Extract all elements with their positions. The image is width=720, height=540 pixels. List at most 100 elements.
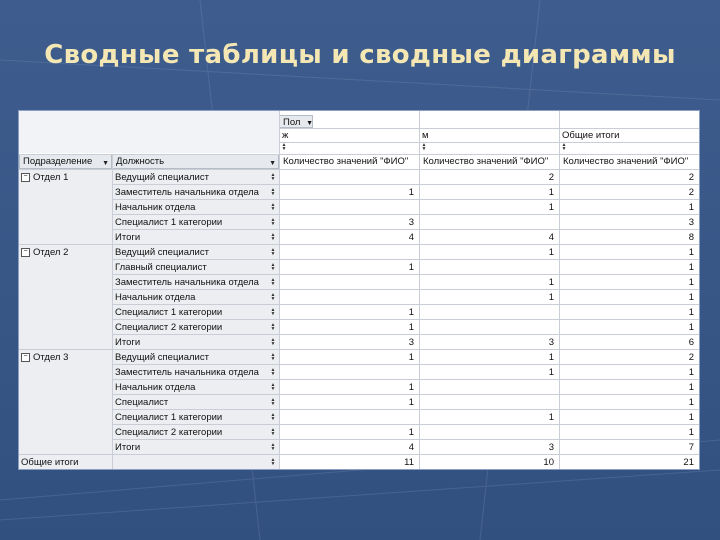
column-field-button[interactable]: Пол ▼ [279, 115, 313, 128]
value-cell-total: 1 [688, 202, 694, 213]
value-cell-m: 3 [548, 442, 554, 453]
spinner-icon[interactable]: ▲ ▼ [270, 308, 276, 317]
value-cell-zh: 1 [408, 352, 414, 363]
position-label: Специалист 1 категории [115, 217, 223, 228]
position-label: Заместитель начальника отдела [115, 277, 259, 288]
spinner-icon[interactable]: ▲ ▼ [270, 353, 276, 362]
value-cell-zh: 1 [408, 427, 414, 438]
position-label: Специалист 1 категории [115, 307, 223, 318]
value-cell-m: 1 [548, 412, 554, 423]
spinner-icon[interactable]: ▲ ▼ [270, 458, 276, 467]
value-cell-zh: 1 [408, 397, 414, 408]
value-cell-m [420, 305, 558, 320]
department-name: Отдел 3 [33, 352, 69, 363]
value-cell-m: 1 [548, 202, 554, 213]
value-cell-zh [280, 170, 418, 185]
position-label: Начальник отдела [115, 292, 196, 303]
grand-total-label: Общие итоги [21, 457, 79, 468]
value-cell-m [420, 380, 558, 395]
spinner-icon[interactable]: ▲ ▼ [270, 173, 276, 182]
gridline [419, 111, 420, 469]
value-cell-total: 7 [688, 442, 694, 453]
row-field-button-position[interactable]: Должность ▼ [112, 154, 279, 169]
value-cell-zh [280, 200, 418, 215]
column-field-label: Пол [283, 117, 301, 128]
value-cell-zh: 4 [408, 442, 414, 453]
spinner-icon[interactable]: ▲ ▼ [270, 368, 276, 377]
spinner-icon[interactable]: ▲ ▼ [270, 188, 276, 197]
value-cell-zh [280, 245, 418, 260]
spinner-icon[interactable]: ▲ ▼ [270, 443, 276, 452]
position-label: Специалист 2 категории [115, 322, 223, 333]
value-cell-zh: 1 [408, 187, 414, 198]
value-cell-total: 1 [688, 262, 694, 273]
value-cell-zh [280, 410, 418, 425]
gridline [279, 128, 699, 129]
position-label: Ведущий специалист [115, 247, 209, 258]
dropdown-arrow-icon: ▼ [102, 160, 109, 167]
gridline [699, 111, 700, 470]
value-cell-zh: 1 [408, 382, 414, 393]
department-label[interactable]: − Отдел 2 [19, 245, 112, 260]
spinner-icon[interactable]: ▲ ▼ [270, 278, 276, 287]
spinner-icon[interactable]: ▲ ▼ [270, 398, 276, 407]
position-label: Ведущий специалист [115, 172, 209, 183]
pivot-table-screenshot: Пол ▼ ж м Общие итоги ▲ ▼ ▲ ▼ ▲ ▼ Подраздел… [18, 110, 700, 470]
value-cell-total: 1 [688, 307, 694, 318]
value-cell-m [420, 320, 558, 335]
spinner-icon[interactable]: ▲ ▼ [561, 143, 567, 152]
department-label[interactable]: − Отдел 3 [19, 350, 112, 365]
gridline [279, 111, 280, 469]
value-cell-total: 6 [688, 337, 694, 348]
row-field-label: Подразделение [23, 156, 93, 167]
position-label: Итоги [115, 337, 141, 348]
grand-total-total: 21 [683, 457, 694, 468]
position-label: Итоги [115, 442, 141, 453]
spinner-icon[interactable]: ▲ ▼ [421, 143, 427, 152]
spinner-icon[interactable]: ▲ ▼ [270, 383, 276, 392]
value-cell-total: 1 [688, 322, 694, 333]
data-field-header: Количество значений "ФИО" [283, 156, 409, 167]
value-cell-zh [280, 365, 418, 380]
value-cell-m: 1 [548, 292, 554, 303]
position-label: Специалист 1 категории [115, 412, 223, 423]
data-field-header: Количество значений "ФИО" [563, 156, 689, 167]
spinner-icon[interactable]: ▲ ▼ [270, 233, 276, 242]
slide-title: Сводные таблицы и сводные диаграммы [44, 40, 676, 70]
spinner-icon[interactable]: ▲ ▼ [281, 143, 287, 152]
spinner-icon[interactable]: ▲ ▼ [270, 218, 276, 227]
value-cell-m: 1 [548, 247, 554, 258]
spinner-icon[interactable]: ▲ ▼ [270, 293, 276, 302]
position-label: Начальник отдела [115, 202, 196, 213]
spinner-icon[interactable]: ▲ ▼ [270, 263, 276, 272]
value-cell-m [420, 395, 558, 410]
value-cell-total: 8 [688, 232, 694, 243]
row-field-button-department[interactable]: Подразделение ▼ [19, 154, 112, 169]
grand-total-m: 10 [543, 457, 554, 468]
collapse-icon[interactable]: − [21, 352, 30, 362]
spinner-icon[interactable]: ▲ ▼ [270, 428, 276, 437]
position-label: Заместитель начальника отдела [115, 367, 259, 378]
spinner-icon[interactable]: ▲ ▼ [270, 338, 276, 347]
collapse-icon[interactable]: − [21, 172, 30, 182]
position-label: Заместитель начальника отдела [115, 187, 259, 198]
position-label: Ведущий специалист [115, 352, 209, 363]
value-cell-m [420, 425, 558, 440]
grand-total-zh: 11 [404, 457, 414, 468]
spinner-icon[interactable]: ▲ ▼ [270, 203, 276, 212]
department-label[interactable]: − Отдел 1 [19, 170, 112, 185]
value-cell-total: 1 [688, 412, 694, 423]
value-cell-total: 2 [688, 187, 694, 198]
department-name: Отдел 2 [33, 247, 69, 258]
collapse-icon[interactable]: − [21, 247, 30, 257]
value-cell-m: 1 [548, 367, 554, 378]
position-label: Итоги [115, 232, 141, 243]
spinner-icon[interactable]: ▲ ▼ [270, 413, 276, 422]
position-label: Главный специалист [115, 262, 207, 273]
value-cell-total: 2 [688, 172, 694, 183]
dropdown-arrow-icon: ▼ [269, 160, 276, 167]
spinner-icon[interactable]: ▲ ▼ [270, 248, 276, 257]
position-label: Начальник отдела [115, 382, 196, 393]
value-cell-zh: 1 [408, 262, 414, 273]
spinner-icon[interactable]: ▲ ▼ [270, 323, 276, 332]
